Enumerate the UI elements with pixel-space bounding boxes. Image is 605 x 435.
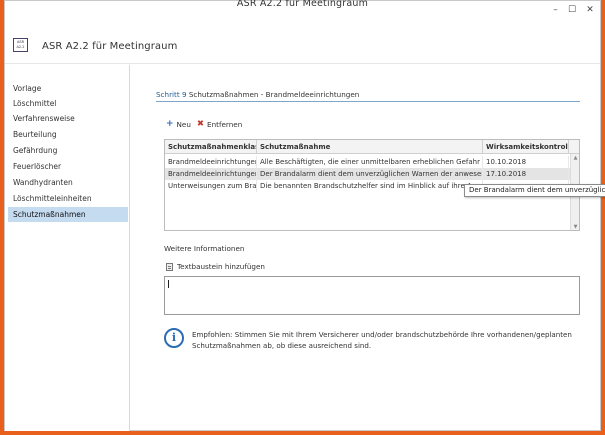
sidebar-item-beurteilung[interactable]: Beurteilung — [8, 127, 128, 142]
sidebar-item-vorlage[interactable]: Vorlage — [8, 81, 128, 96]
step-title: Schutzmaßnahmen - Brandmeldeeinrichtunge… — [188, 90, 360, 99]
grid-toolbar: + Neu ✖ Entfernen — [166, 118, 242, 130]
table-cell: Brandmeldeeinrichtungen — [165, 168, 257, 180]
table-row[interactable]: Brandmeldeeinrichtungen Der Brandalarm d… — [165, 168, 579, 180]
app-title: ASR A2.2 für Meetingraum — [42, 41, 178, 52]
column-header-check[interactable]: Wirksamkeitskontrolle — [483, 140, 569, 154]
sidebar-item-schutzmassnahmen[interactable]: Schutzmaßnahmen — [8, 207, 128, 222]
recommendation-text: Empfohlen: Stimmen Sie mit Ihrem Versich… — [192, 329, 582, 351]
sidebar-item-wandhydranten[interactable]: Wandhydranten — [8, 175, 128, 190]
table-cell: Die benannten Brandschutzhelfer sind im … — [257, 180, 483, 192]
table-row[interactable]: Brandmeldeeinrichtungen Alle Beschäftigt… — [165, 156, 579, 168]
info-icon: i — [164, 328, 184, 348]
column-header-class[interactable]: Schutzmaßnahmenklasse — [165, 140, 257, 154]
new-button[interactable]: + Neu — [166, 118, 191, 130]
add-text-block-button[interactable]: Textbaustein hinzufügen — [166, 262, 265, 271]
column-header-measure[interactable]: Schutzmaßnahme — [257, 140, 483, 154]
app-window: ASR A2.2 für Meetingraum – ☐ ✕ ASR A2.2 … — [4, 0, 605, 431]
sidebar-item-verfahrensweise[interactable]: Verfahrensweise — [8, 111, 128, 126]
step-header: Schritt 9 Schutzmaßnahmen - Brandmeldeei… — [156, 90, 580, 102]
title-bar: ASR A2.2 für Meetingraum – ☐ ✕ — [5, 0, 600, 16]
table-cell: Der Brandalarm dient dem unverzüglichen … — [257, 168, 483, 180]
table-cell: Unterweisungen zum Bra... — [165, 180, 257, 192]
table-cell: 17.10.2018 — [483, 168, 569, 180]
table-cell: Brandmeldeeinrichtungen — [165, 156, 257, 168]
table-cell: Alle Beschäftigten, die einer unmittelba… — [257, 156, 483, 168]
window-title: ASR A2.2 für Meetingraum — [236, 0, 369, 9]
delete-x-icon: ✖ — [196, 118, 205, 129]
further-info-heading: Weitere Informationen — [164, 244, 245, 253]
table-header: Schutzmaßnahmenklasse Schutzmaßnahme Wir… — [165, 140, 579, 154]
app-icon-text-bottom: A2.2 — [16, 44, 25, 49]
main-content: Schritt 9 Schutzmaßnahmen - Brandmeldeei… — [130, 65, 605, 431]
recommendation-line-2: Schutzmaßnahmen ab, ob diese ausreichend… — [192, 341, 372, 350]
remove-button[interactable]: ✖ Entfernen — [197, 118, 242, 130]
app-document-icon: ASR A2.2 — [13, 38, 28, 52]
app-header: ASR A2.2 ASR A2.2 für Meetingraum — [5, 16, 600, 64]
remove-button-label: Entfernen — [207, 119, 243, 129]
sidebar-nav: Vorlage Löschmittel Verfahrensweise Beur… — [5, 65, 130, 431]
sidebar-item-loeschmittel[interactable]: Löschmittel — [8, 96, 128, 111]
step-number: Schritt 9 — [156, 90, 187, 99]
notes-textarea[interactable] — [164, 276, 580, 315]
cell-tooltip: Der Brandalarm dient dem unverzüglichen … — [464, 184, 605, 197]
text-block-icon — [166, 262, 173, 271]
plus-icon: + — [166, 118, 174, 129]
sidebar-item-feuerloescher[interactable]: Feuerlöscher — [8, 159, 128, 174]
new-button-label: Neu — [176, 119, 191, 129]
table-cell: 10.10.2018 — [483, 156, 569, 168]
sidebar-item-gefaehrdung[interactable]: Gefährdung — [8, 143, 128, 158]
sidebar-item-loeschmitteleinheiten[interactable]: Löschmitteleinheiten — [8, 191, 128, 206]
text-caret — [168, 280, 169, 288]
scroll-up-icon[interactable]: ▲ — [572, 155, 579, 162]
add-text-block-label: Textbaustein hinzufügen — [177, 262, 265, 271]
recommendation-line-1: Empfohlen: Stimmen Sie mit Ihrem Versich… — [192, 330, 572, 339]
scroll-down-icon[interactable]: ▼ — [572, 224, 579, 230]
